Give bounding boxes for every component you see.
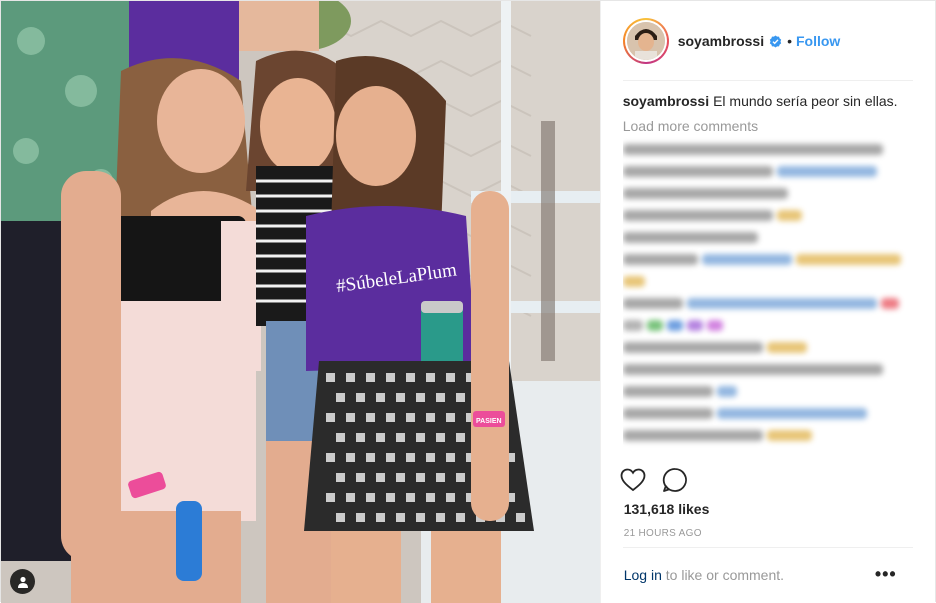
caption-username[interactable]: soyambrossi xyxy=(623,93,709,109)
post-caption: soyambrossi El mundo sería peor sin ellas… xyxy=(623,91,915,111)
likes-count[interactable]: 131,618 likes xyxy=(624,501,710,517)
blurred-comment-line xyxy=(622,364,883,375)
blurred-comment-line xyxy=(622,298,915,309)
login-prompt-suffix: to like or comment. xyxy=(665,567,785,583)
comment-bubble-icon xyxy=(662,468,687,492)
story-ring[interactable] xyxy=(622,18,669,64)
blurred-comment-line xyxy=(622,210,915,221)
more-options-icon[interactable]: ••• xyxy=(875,564,897,585)
like-button[interactable] xyxy=(618,465,648,495)
comments-section: soyambrossi El mundo sería peor sin ellas… xyxy=(622,91,915,456)
post-actions xyxy=(618,464,690,496)
blurred-comment-line xyxy=(622,188,788,199)
instagram-post: #SúbeleLaPlum PASIEN soyambrossi • Follo… xyxy=(0,0,936,603)
header-separator: • xyxy=(787,33,792,49)
blurred-comment-line xyxy=(622,232,758,243)
load-more-comments-button[interactable]: Load more comments xyxy=(623,118,915,134)
post-header: soyambrossi • Follow xyxy=(601,1,936,81)
post-timestamp[interactable]: 21 HOURS AGO xyxy=(624,528,702,539)
blurred-comment-line xyxy=(622,342,915,353)
avatar-image xyxy=(626,22,665,60)
tagged-users-button[interactable] xyxy=(10,569,35,594)
blurred-comment-line xyxy=(622,276,645,287)
blurred-comment-line xyxy=(622,144,883,155)
comment-button[interactable] xyxy=(660,465,690,495)
tagged-user-icon xyxy=(17,576,28,588)
blurred-comments xyxy=(622,144,915,441)
blurred-comment-line xyxy=(622,320,915,331)
blurred-comment-line xyxy=(622,254,915,265)
blurred-comment-line xyxy=(622,166,915,177)
login-link[interactable]: Log in xyxy=(624,567,662,583)
header-username[interactable]: soyambrossi xyxy=(678,33,764,49)
blurred-comment-line xyxy=(622,408,915,419)
post-sidebar: soyambrossi • Follow soyambrossi El mundo… xyxy=(599,1,936,603)
photo-illustration: #SúbeleLaPlum PASIEN xyxy=(1,1,600,603)
wristband-text: PASIEN xyxy=(476,418,502,425)
post-photo[interactable]: #SúbeleLaPlum PASIEN xyxy=(1,1,600,603)
follow-button[interactable]: Follow xyxy=(796,33,840,49)
blurred-comment-line xyxy=(622,386,915,397)
verified-badge-icon xyxy=(769,34,782,48)
avatar[interactable] xyxy=(626,22,665,60)
caption-text: El mundo sería peor sin ellas. xyxy=(713,93,898,109)
post-footer: Log in to like or comment. ••• xyxy=(601,547,936,603)
blurred-comment-line xyxy=(622,430,915,441)
heart-icon xyxy=(620,468,646,492)
login-prompt: Log in to like or comment. xyxy=(624,567,784,583)
